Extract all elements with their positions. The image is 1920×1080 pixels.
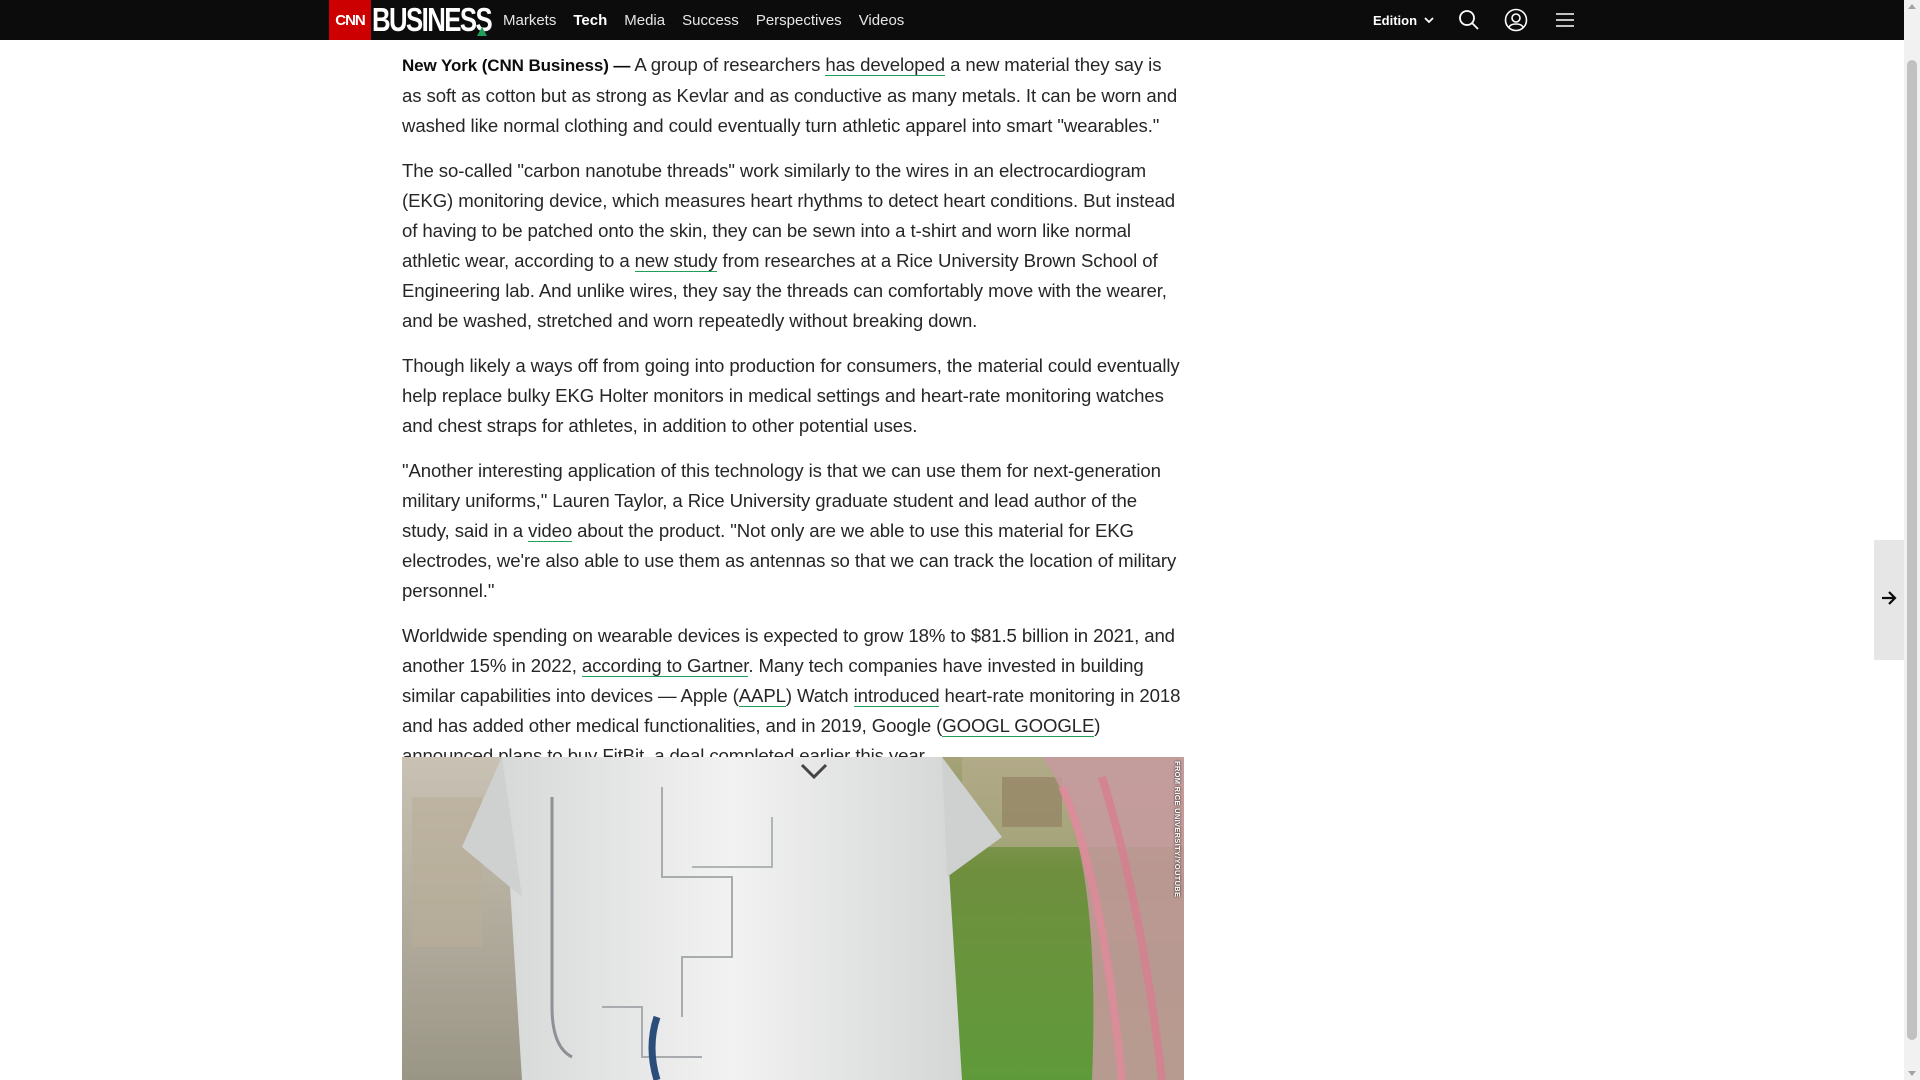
nav-markets[interactable]: Markets — [503, 12, 556, 29]
text: ) — [1094, 715, 1101, 736]
link-according-to-gartner[interactable]: according to Gartner — [581, 655, 748, 677]
chevron-down-icon — [1423, 14, 1435, 26]
nav-tech[interactable]: Tech — [573, 12, 607, 29]
paragraph-4: "Another interesting application of this… — [402, 456, 1184, 606]
text: ) Watch — [785, 685, 854, 706]
link-new-study[interactable]: new study — [634, 250, 718, 272]
scrollbar-thumb[interactable] — [1907, 60, 1917, 1040]
paragraph-1: New York (CNN Business) — A group of res… — [402, 50, 1184, 141]
arrow-right-icon — [1880, 590, 1898, 611]
section-nav: Markets Tech Media Success Perspectives … — [503, 0, 904, 40]
link-googl[interactable]: GOOGL GOOGLE — [942, 715, 1094, 737]
nav-success[interactable]: Success — [682, 12, 739, 29]
top-navigation-bar: CNN BUSINESS Markets Tech Media Success … — [0, 0, 1904, 40]
photo-illustration — [402, 757, 1184, 1080]
menu-icon[interactable] — [1553, 8, 1577, 32]
business-logo[interactable]: BUSINESS — [372, 0, 493, 40]
paragraph-2: The so-called "carbon nanotube threads" … — [402, 156, 1184, 336]
photo-credit: FROM RICE UNIVERSITY/YOUTUBE — [1173, 761, 1182, 898]
user-icon[interactable] — [1504, 8, 1528, 32]
edition-label: Edition — [1373, 12, 1418, 28]
vertical-scrollbar[interactable] — [1904, 0, 1920, 1080]
dateline: New York (CNN Business) — — [402, 56, 631, 75]
nav-media[interactable]: Media — [624, 12, 665, 29]
logo-triangle-icon — [477, 27, 487, 36]
text: A group of researchers — [630, 54, 826, 75]
nav-videos[interactable]: Videos — [859, 12, 905, 29]
link-introduced[interactable]: introduced — [853, 685, 940, 707]
link-video[interactable]: video — [528, 520, 572, 542]
paragraph-3: Though likely a ways off from going into… — [402, 355, 1180, 436]
search-icon[interactable] — [1457, 8, 1481, 32]
link-aapl[interactable]: AAPL — [738, 685, 786, 707]
article-body: New York (CNN Business) — A group of res… — [402, 50, 1184, 786]
scroll-up-icon[interactable] — [1908, 4, 1916, 9]
nav-perspectives[interactable]: Perspectives — [756, 12, 842, 29]
scroll-down-icon[interactable] — [1908, 1071, 1916, 1076]
next-article-tab[interactable] — [1874, 540, 1904, 660]
paragraph-5: Worldwide spending on wearable devices i… — [402, 621, 1184, 771]
cnn-logo[interactable]: CNN — [329, 0, 371, 40]
edition-selector[interactable]: Edition — [1373, 0, 1435, 40]
article-photo[interactable]: FROM RICE UNIVERSITY/YOUTUBE — [402, 757, 1184, 1080]
link-has-developed[interactable]: has developed — [825, 54, 945, 76]
